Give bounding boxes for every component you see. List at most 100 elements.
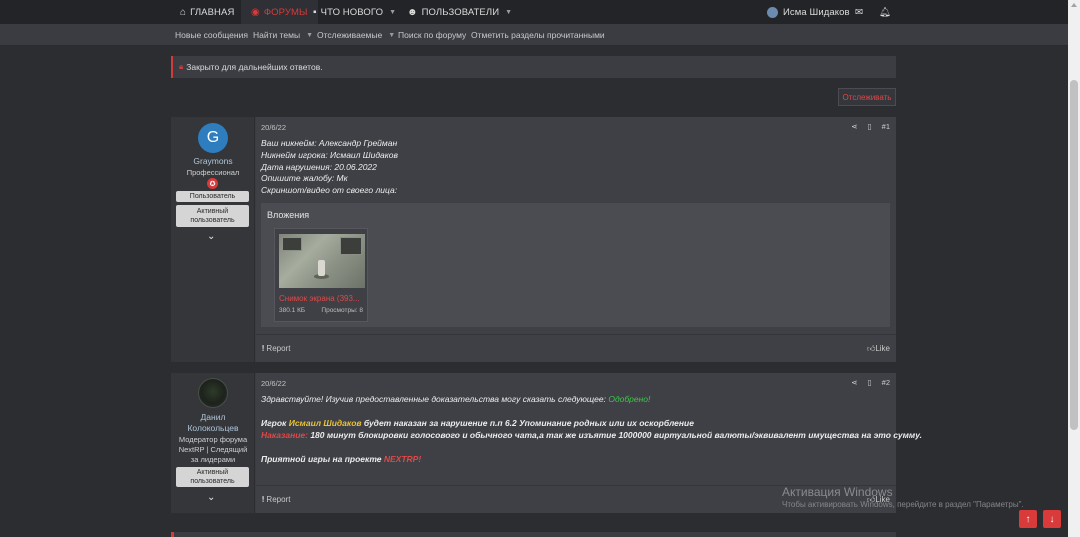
home-icon: ⌂	[180, 6, 187, 18]
post-1: G Graymons Профессионал ✪ Пользователь А…	[171, 117, 896, 362]
post-text-line: Опишите жалобу: Мк	[261, 173, 348, 183]
project-name: NEXTRP!	[383, 454, 422, 464]
account-menu[interactable]: Исма Шидаков	[767, 0, 850, 24]
nav-whats-new-label: ЧТО НОВОГО	[320, 6, 384, 18]
user-title: NextRP | Следящий	[178, 445, 248, 454]
bookmark-icon[interactable]: ▯	[868, 122, 872, 131]
alerts-button[interactable]: 🔔︎	[879, 0, 891, 24]
share-icon[interactable]: ⋖	[851, 378, 857, 387]
thumbnail-figure	[318, 260, 325, 276]
post-date[interactable]: 20/6/22	[261, 123, 286, 132]
subnav-watched[interactable]: Отслеживаемые ▼	[317, 24, 395, 46]
scroll-bottom-button[interactable]: ↓	[1043, 510, 1061, 528]
nav-forums-label: ФОРУМЫ	[263, 6, 308, 18]
sub-navigation: Новые сообщения Найти темы ▼ Отслеживаем…	[0, 24, 1068, 46]
post-actions: ⋖ ▯ #1	[851, 122, 890, 131]
arrow-up-icon: ↑	[1025, 513, 1031, 525]
attachment-name[interactable]: Снимок экрана (393...	[279, 294, 367, 303]
nav-home[interactable]: ⌂ ГЛАВНАЯ	[180, 0, 234, 24]
subnav-find-threads-label: Найти темы	[253, 30, 301, 40]
post-text-line: Наказание: 180 минут блокировки голосово…	[261, 430, 922, 442]
post-text-line: Игрок Исмаил Шидаков будет наказан за на…	[261, 418, 694, 430]
user-title: Модератор форума	[178, 435, 248, 444]
inbox-button[interactable]: ✉	[855, 0, 863, 24]
post-text-line: Ваш никнейм: Александр Грейман	[261, 138, 398, 148]
post-actions: ⋖ ▯ #2	[851, 378, 890, 387]
user-title: Профессионал	[186, 168, 240, 177]
account-username: Исма Шидаков	[783, 6, 850, 18]
warning-icon: ❗︎	[262, 344, 265, 353]
attachment-thumbnail[interactable]	[279, 234, 365, 288]
greeting-text: Здравствуйте! Изучив предоставленные док…	[261, 394, 609, 404]
page-scrollbar[interactable]	[1068, 0, 1080, 537]
report-button[interactable]: ❗︎ Report	[262, 344, 290, 354]
post-text-line: Дата нарушения: 20.06.2022	[261, 162, 377, 172]
user-badge: Пользователь	[176, 191, 249, 202]
scroll-up-arrow-icon[interactable]	[1071, 3, 1077, 7]
avatar[interactable]: G	[198, 123, 228, 153]
nav-forums[interactable]: ◉ ФОРУМЫ	[241, 0, 318, 24]
player-prefix: Игрок	[261, 418, 289, 428]
subnav-search-forums[interactable]: Поиск по форуму	[398, 24, 466, 46]
chevron-down-icon[interactable]: ⌄	[207, 492, 215, 503]
scroll-top-button[interactable]: ↑	[1019, 510, 1037, 528]
lock-icon: 🔒︎	[179, 62, 184, 71]
attachment-views: Просмотры: 8	[321, 307, 363, 314]
post-text-line: Скриншот/видео от своего лица:	[261, 185, 398, 195]
share-icon[interactable]: ⋖	[851, 122, 857, 131]
post-number[interactable]: #2	[882, 378, 890, 387]
windows-activation-title: Активация Windows	[782, 485, 893, 499]
attachment-size: 380.1 КБ	[279, 307, 306, 314]
violation-text: будет наказан за нарушение п.п 6.2 Упоми…	[361, 418, 694, 428]
post-text-line: Приятной игры на проекте NEXTRP!	[261, 454, 421, 466]
user-badge: Активный пользователь	[176, 467, 249, 487]
bookmark-icon[interactable]: ▯	[868, 378, 872, 387]
subnav-find-threads[interactable]: Найти темы ▼	[253, 24, 313, 46]
report-label: Report	[266, 495, 291, 504]
subnav-new-posts[interactable]: Новые сообщения	[175, 24, 248, 46]
punishment-label: Наказание:	[261, 430, 308, 440]
avatar	[767, 6, 778, 18]
username-line-2[interactable]: Колокольцев	[171, 423, 255, 434]
next-post-edge	[171, 532, 896, 537]
nav-home-label: ГЛАВНАЯ	[190, 6, 235, 18]
user-title: за лидерами	[190, 455, 236, 464]
nav-whats-new[interactable]: ▪ ЧТО НОВОГО ▼	[313, 0, 396, 24]
thumbnail-panel-left	[282, 237, 302, 251]
nav-users[interactable]: ☻ ПОЛЬЗОВАТЕЛИ ▼	[407, 0, 512, 24]
attachment-card[interactable]: Снимок экрана (393... 380.1 КБ Просмотры…	[274, 228, 368, 322]
verdict-text: Одобрено!	[608, 394, 651, 404]
medal-icon: ✪	[207, 178, 218, 189]
comment-icon: ▪	[313, 6, 317, 18]
chevron-down-icon: ▼	[388, 31, 396, 39]
attachments-block: Вложения Снимок экрана (393... 380.1 КБ …	[261, 203, 890, 327]
nav-users-label: ПОЛЬЗОВАТЕЛИ	[421, 6, 500, 18]
username[interactable]: Graymons	[171, 156, 255, 167]
chevron-down-icon: ▼	[389, 8, 397, 16]
watch-button[interactable]: Отслеживать	[838, 88, 896, 106]
subnav-watched-label: Отслеживаемые	[317, 30, 383, 40]
avatar[interactable]	[198, 378, 228, 408]
chevron-down-icon: ▼	[505, 8, 513, 16]
like-button[interactable]: 👍︎Like	[867, 344, 890, 354]
top-navigation: ⌂ ГЛАВНАЯ ◉ ФОРУМЫ ▪ ЧТО НОВОГО ▼ ☻ ПОЛЬ…	[0, 0, 1068, 24]
thread-closed-notice: 🔒︎ Закрыто для дальнейших ответов.	[171, 56, 896, 78]
scrollbar-thumb[interactable]	[1070, 80, 1078, 430]
player-name: Исмаил Шидаков	[288, 418, 362, 428]
envelope-icon: ✉	[855, 6, 864, 18]
report-button[interactable]: ❗︎ Report	[262, 495, 290, 505]
subnav-mark-read[interactable]: Отметить разделы прочитанными	[471, 24, 605, 46]
username-line-1[interactable]: Данил	[171, 412, 255, 423]
forum-icon: ◉	[251, 6, 260, 18]
farewell-text: Приятной игры на проекте	[261, 454, 384, 464]
user-badge: Активный пользователь	[176, 205, 249, 227]
arrow-down-icon: ↓	[1049, 513, 1055, 525]
post-text-line: Никнейм игрока: Исмаил Шидаков	[261, 150, 398, 160]
chevron-down-icon: ▼	[306, 31, 314, 39]
users-icon: ☻	[407, 6, 418, 18]
punishment-text: 180 минут блокировки голосового и обычно…	[307, 430, 922, 440]
thumbnail-panel-right	[340, 237, 362, 255]
post-date[interactable]: 20/6/22	[261, 379, 286, 388]
chevron-down-icon[interactable]: ⌄	[207, 231, 215, 242]
post-number[interactable]: #1	[882, 122, 890, 131]
